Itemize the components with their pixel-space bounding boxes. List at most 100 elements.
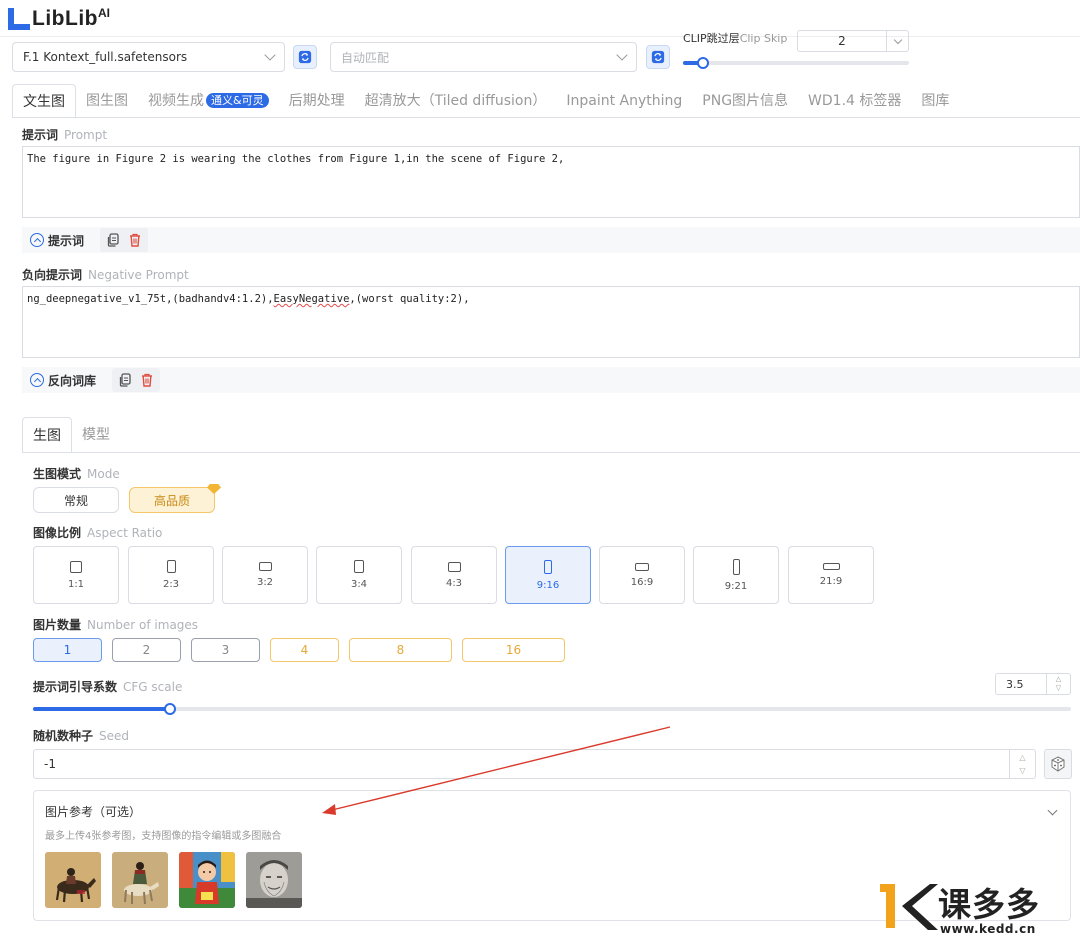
reference-thumbnail-4[interactable]: [246, 852, 302, 908]
stepper-icon[interactable]: △ ▽: [1009, 750, 1035, 778]
random-seed-button[interactable]: [1044, 749, 1072, 779]
clip-skip-slider-knob[interactable]: [697, 57, 709, 69]
num-images-16[interactable]: 16: [462, 638, 565, 662]
mode-high-quality-button[interactable]: 高品质: [129, 487, 215, 513]
portrait-rect-icon: [544, 559, 552, 574]
clip-skip-label: CLIP跳过层Clip Skip: [683, 32, 788, 45]
num-images-label: 图片数量 Number of images: [33, 618, 199, 632]
cfg-value: 3.5: [1006, 677, 1024, 691]
num-images-3[interactable]: 3: [191, 638, 260, 662]
cfg-slider[interactable]: [33, 707, 1071, 711]
cfg-input[interactable]: 3.5 △ ▽: [995, 673, 1071, 695]
negative-prompt-textarea[interactable]: ng_deepnegative_v1_75t,(badhandv4:1.2),E…: [22, 286, 1080, 358]
cfg-slider-knob[interactable]: [164, 703, 176, 715]
reference-thumbnail-3[interactable]: [179, 852, 235, 908]
model-select-value: F.1 Kontext_full.safetensors: [23, 50, 188, 64]
ratio-21-9[interactable]: 21:9: [788, 546, 874, 604]
landscape-rect-icon: [447, 561, 461, 572]
header-divider: [0, 36, 1080, 37]
model-select[interactable]: F.1 Kontext_full.safetensors: [12, 42, 285, 72]
chevron-up-circle-icon: [30, 233, 44, 247]
prompt-label: 提示词 Prompt: [22, 128, 108, 142]
landscape-rect-icon: [635, 562, 649, 571]
spellcheck-flagged-word: EasyNegative: [273, 293, 350, 305]
num-images-1[interactable]: 1: [33, 638, 102, 662]
num-images-8[interactable]: 8: [349, 638, 452, 662]
tab-txt2img[interactable]: 文生图: [12, 84, 76, 118]
portrait-rect-icon: [166, 560, 176, 573]
tab-wd-tagger[interactable]: WD1.4 标签器: [798, 84, 911, 118]
negative-collapse-toggle[interactable]: 反向词库: [22, 372, 104, 389]
square-icon: [70, 560, 82, 573]
trash-icon[interactable]: [128, 233, 142, 247]
liblib-logo[interactable]: LibLib AI: [8, 4, 110, 30]
clip-skip-value: 2: [838, 34, 846, 48]
mode-normal-button[interactable]: 常规: [33, 487, 119, 513]
portrait-rect-icon: [354, 560, 364, 573]
clip-skip-input[interactable]: 2: [797, 30, 909, 52]
kedd-logo-icon: [880, 884, 938, 930]
copy-icon[interactable]: [118, 373, 132, 387]
tab-video-label: 视频生成: [148, 93, 204, 109]
logo-text: LibLib: [32, 7, 98, 30]
ratio-3-4[interactable]: 3:4: [316, 546, 402, 604]
generation-tabs-divider: [22, 452, 1080, 453]
prompt-textarea[interactable]: The figure in Figure 2 is wearing the cl…: [22, 146, 1080, 218]
tab-gallery[interactable]: 图库: [911, 84, 959, 118]
ratio-9-21[interactable]: 9:21: [693, 546, 779, 604]
dice-icon: [1051, 756, 1065, 772]
ratio-1-1[interactable]: 1:1: [33, 546, 119, 604]
chevron-down-icon: [616, 49, 628, 61]
tab-video-badge: 通义&可灵: [206, 93, 269, 108]
ratio-2-3[interactable]: 2:3: [128, 546, 214, 604]
tab-upscale[interactable]: 超清放大（Tiled diffusion）: [355, 84, 557, 118]
watermark-text: 课多多: [938, 885, 1040, 924]
tab-img2img[interactable]: 图生图: [76, 84, 138, 118]
clip-skip-slider[interactable]: [683, 61, 909, 65]
image-reference-subtitle: 最多上传4张参考图，支持图像的指令编辑或多图融合: [45, 831, 282, 842]
stepper-icon[interactable]: △ ▽: [1046, 674, 1070, 694]
tab-inpaint-anything[interactable]: Inpaint Anything: [556, 84, 692, 118]
kedd-watermark: 课多多 www.kedd.cn: [880, 878, 1080, 940]
seed-value: -1: [44, 757, 56, 771]
reference-thumbnail-1[interactable]: [45, 852, 101, 908]
cfg-label: 提示词引导系数 CFG scale: [33, 680, 183, 694]
image-reference-title: 图片参考（可选）: [45, 805, 142, 819]
vae-select-placeholder: 自动匹配: [341, 50, 390, 65]
num-images-4[interactable]: 4: [270, 638, 339, 662]
tab-model[interactable]: 模型: [72, 417, 120, 453]
trash-icon[interactable]: [140, 373, 154, 387]
reference-thumbnail-2[interactable]: [112, 852, 168, 908]
negative-prompt-label: 负向提示词 Negative Prompt: [22, 268, 189, 282]
ratio-4-3[interactable]: 4:3: [411, 546, 497, 604]
watermark-url: www.kedd.cn: [940, 922, 1036, 936]
seed-label: 随机数种子 Seed: [33, 729, 130, 743]
logo-mark-icon: [8, 8, 30, 30]
mode-label: 生图模式 Mode: [33, 467, 120, 481]
ratio-16-9[interactable]: 16:9: [599, 546, 685, 604]
seed-input[interactable]: -1 △ ▽: [33, 749, 1036, 779]
num-images-2[interactable]: 2: [112, 638, 181, 662]
tab-video[interactable]: 视频生成 通义&可灵: [138, 84, 279, 118]
tab-generate[interactable]: 生图: [22, 417, 72, 453]
ratio-9-16[interactable]: 9:16: [505, 546, 591, 604]
generation-tabs: 生图 模型: [22, 417, 120, 453]
prompt-collapse-toggle[interactable]: 提示词: [22, 232, 92, 249]
refresh-icon: [651, 50, 665, 64]
landscape-rect-icon: [258, 562, 272, 571]
prompt-toolbar: 提示词: [22, 227, 1080, 253]
copy-icon[interactable]: [106, 233, 120, 247]
cfg-slider-fill: [33, 707, 170, 711]
portrait-rect-icon: [732, 558, 740, 575]
vae-select[interactable]: 自动匹配: [330, 42, 637, 72]
model-refresh-button[interactable]: [293, 45, 317, 69]
vae-refresh-button[interactable]: [646, 45, 670, 69]
chevron-down-icon: [264, 49, 276, 61]
tabs-divider: [12, 117, 1080, 118]
tab-postprocess[interactable]: 后期处理: [279, 84, 355, 118]
tab-png-info[interactable]: PNG图片信息: [692, 84, 798, 118]
logo-sup: AI: [97, 6, 110, 20]
chevron-down-icon[interactable]: [1047, 805, 1058, 816]
ratio-3-2[interactable]: 3:2: [222, 546, 308, 604]
stepper-icon[interactable]: [886, 31, 908, 51]
